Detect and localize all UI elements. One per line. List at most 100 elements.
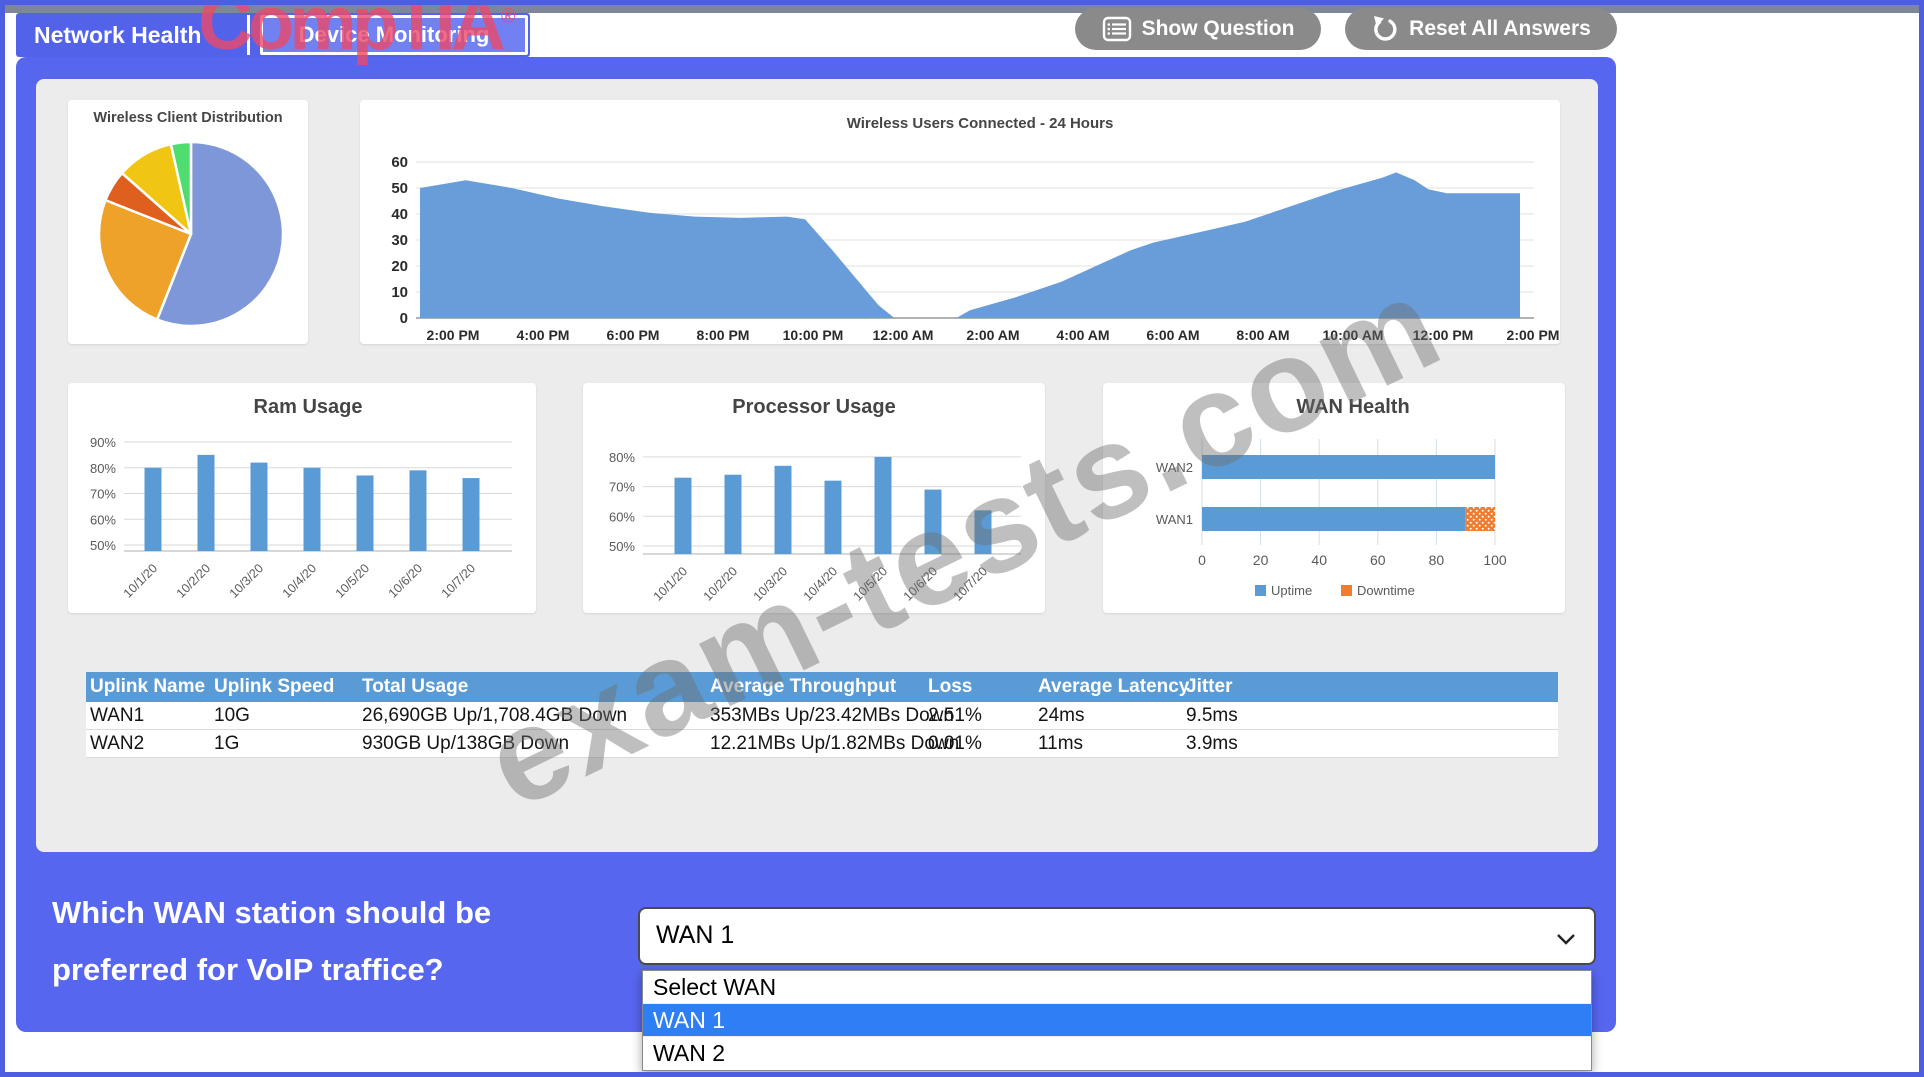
col-uplink-speed: Uplink Speed bbox=[214, 672, 334, 702]
svg-text:80%: 80% bbox=[90, 461, 116, 476]
cell-value: 10G bbox=[214, 702, 250, 730]
wan-select-value: WAN 1 bbox=[656, 909, 734, 962]
svg-text:20: 20 bbox=[391, 258, 408, 275]
svg-text:10/7/20: 10/7/20 bbox=[951, 564, 990, 603]
svg-text:50: 50 bbox=[391, 180, 408, 197]
svg-text:6:00 AM: 6:00 AM bbox=[1146, 327, 1199, 343]
tab-device-monitoring-label: Device Monitoring bbox=[299, 22, 490, 48]
svg-text:6:00 PM: 6:00 PM bbox=[607, 327, 660, 343]
svg-text:20: 20 bbox=[1253, 552, 1269, 568]
svg-text:2:00 PM: 2:00 PM bbox=[427, 327, 480, 343]
svg-text:10/5/20: 10/5/20 bbox=[333, 561, 372, 600]
cell-value: 26,690GB Up/1,708.4GB Down bbox=[362, 702, 627, 730]
svg-text:10/7/20: 10/7/20 bbox=[439, 561, 478, 600]
svg-text:8:00 AM: 8:00 AM bbox=[1236, 327, 1289, 343]
cell-value: 2.51% bbox=[928, 702, 982, 730]
tab-device-monitoring[interactable]: Device Monitoring bbox=[260, 15, 528, 55]
svg-text:10/3/20: 10/3/20 bbox=[751, 564, 790, 603]
svg-text:12:00 AM: 12:00 AM bbox=[873, 327, 934, 343]
wan-health-card: WAN Health020406080100WAN2WAN1UptimeDown… bbox=[1103, 383, 1565, 613]
svg-text:Uptime: Uptime bbox=[1271, 583, 1312, 598]
frame-left bbox=[0, 0, 5, 1077]
svg-text:40: 40 bbox=[1311, 552, 1327, 568]
svg-text:Wireless Users Connected - 24: Wireless Users Connected - 24 Hours bbox=[847, 115, 1114, 132]
frame-top bbox=[0, 0, 1924, 5]
svg-text:Downtime: Downtime bbox=[1357, 583, 1415, 598]
cell-value: 930GB Up/138GB Down bbox=[362, 730, 569, 758]
wan-health-chart-svg: WAN Health020406080100WAN2WAN1UptimeDown… bbox=[1103, 383, 1565, 613]
svg-text:10/6/20: 10/6/20 bbox=[386, 561, 425, 600]
svg-text:60: 60 bbox=[1370, 552, 1386, 568]
option-wan-2[interactable]: WAN 2 bbox=[643, 1037, 1591, 1070]
table-row-wan2: WAN2 1G 930GB Up/138GB Down 12.21MBs Up/… bbox=[86, 730, 1558, 758]
svg-text:10/4/20: 10/4/20 bbox=[280, 561, 319, 600]
svg-text:WAN1: WAN1 bbox=[1156, 512, 1193, 527]
svg-text:8:00 PM: 8:00 PM bbox=[697, 327, 750, 343]
wireless-client-distribution-card: Wireless Client Distribution bbox=[68, 100, 308, 344]
col-uplink-name: Uplink Name bbox=[90, 672, 205, 702]
tab-network-health[interactable]: Network Health bbox=[16, 13, 201, 57]
question-line-2: preferred for VoIP traffice? bbox=[52, 941, 632, 998]
cell-value: 12.21MBs Up/1.82MBs Down bbox=[710, 730, 959, 758]
exam-simulation-page: Network Health Device Monitoring Show Qu… bbox=[0, 0, 1924, 1077]
reset-icon bbox=[1371, 15, 1399, 43]
col-total-usage: Total Usage bbox=[362, 672, 468, 702]
col-average-latency: Average Latency bbox=[1038, 672, 1189, 702]
area-chart-svg: Wireless Users Connected - 24 Hours01020… bbox=[360, 100, 1560, 344]
cell-value: 3.9ms bbox=[1186, 730, 1238, 758]
cell-value: 353MBs Up/23.42MBs Down bbox=[710, 702, 954, 730]
cell-value: WAN1 bbox=[90, 702, 144, 730]
cell-value: 24ms bbox=[1038, 702, 1084, 730]
top-strip bbox=[5, 5, 1919, 13]
svg-text:10/2/20: 10/2/20 bbox=[701, 564, 740, 603]
svg-text:50%: 50% bbox=[609, 539, 635, 554]
svg-text:12:00 PM: 12:00 PM bbox=[1413, 327, 1474, 343]
svg-text:0: 0 bbox=[1198, 552, 1206, 568]
svg-text:10/4/20: 10/4/20 bbox=[801, 564, 840, 603]
svg-text:60: 60 bbox=[391, 154, 408, 171]
question-text: Which WAN station should be preferred fo… bbox=[52, 884, 632, 998]
svg-text:4:00 AM: 4:00 AM bbox=[1056, 327, 1109, 343]
question-line-1: Which WAN station should be bbox=[52, 884, 632, 941]
svg-text:70%: 70% bbox=[90, 487, 116, 502]
svg-text:0: 0 bbox=[400, 310, 408, 327]
processor-usage-card: Processor Usage50%60%70%80%10/1/2010/2/2… bbox=[583, 383, 1045, 613]
svg-text:10/2/20: 10/2/20 bbox=[174, 561, 213, 600]
pie-chart-svg: Wireless Client Distribution bbox=[68, 100, 308, 344]
svg-text:10/1/20: 10/1/20 bbox=[651, 564, 690, 603]
option-select-wan[interactable]: Select WAN bbox=[643, 971, 1591, 1004]
question-list-icon bbox=[1102, 16, 1132, 42]
wan-select[interactable]: WAN 1 bbox=[638, 907, 1596, 965]
cell-value: 9.5ms bbox=[1186, 702, 1238, 730]
chevron-down-icon bbox=[1556, 933, 1576, 945]
svg-text:60%: 60% bbox=[609, 509, 635, 524]
svg-text:WAN Health: WAN Health bbox=[1296, 396, 1409, 418]
svg-text:2:00 PM: 2:00 PM bbox=[1507, 327, 1560, 343]
option-wan-1[interactable]: WAN 1 bbox=[643, 1004, 1591, 1037]
tab-separator bbox=[247, 15, 250, 55]
table-row-wan1: WAN1 10G 26,690GB Up/1,708.4GB Down 353M… bbox=[86, 702, 1558, 730]
reset-all-answers-button[interactable]: Reset All Answers bbox=[1345, 8, 1617, 50]
processor-bar-chart-svg: Processor Usage50%60%70%80%10/1/2010/2/2… bbox=[583, 383, 1045, 613]
svg-text:90%: 90% bbox=[90, 435, 116, 450]
svg-text:10/5/20: 10/5/20 bbox=[851, 564, 890, 603]
svg-text:Processor Usage: Processor Usage bbox=[732, 396, 895, 418]
svg-text:30: 30 bbox=[391, 232, 408, 249]
col-loss: Loss bbox=[928, 672, 972, 702]
cell-value: 1G bbox=[214, 730, 239, 758]
show-question-button[interactable]: Show Question bbox=[1075, 8, 1321, 50]
ram-usage-card: Ram Usage50%60%70%80%90%10/1/2010/2/2010… bbox=[68, 383, 536, 613]
cell-value: 11ms bbox=[1038, 730, 1083, 758]
svg-text:80: 80 bbox=[1429, 552, 1445, 568]
cell-value: WAN2 bbox=[90, 730, 144, 758]
svg-text:4:00 PM: 4:00 PM bbox=[517, 327, 570, 343]
svg-text:40: 40 bbox=[391, 206, 408, 223]
svg-text:10/6/20: 10/6/20 bbox=[901, 564, 940, 603]
frame-bottom bbox=[0, 1072, 1924, 1077]
col-jitter: Jitter bbox=[1186, 672, 1232, 702]
ram-bar-chart-svg: Ram Usage50%60%70%80%90%10/1/2010/2/2010… bbox=[68, 383, 536, 613]
svg-text:100: 100 bbox=[1483, 552, 1507, 568]
col-average-throughput: Average Throughput bbox=[710, 672, 896, 702]
wan-select-options: Select WAN WAN 1 WAN 2 bbox=[642, 970, 1592, 1071]
uplink-table-header-row: Uplink Name Uplink Speed Total Usage Ave… bbox=[86, 672, 1558, 702]
